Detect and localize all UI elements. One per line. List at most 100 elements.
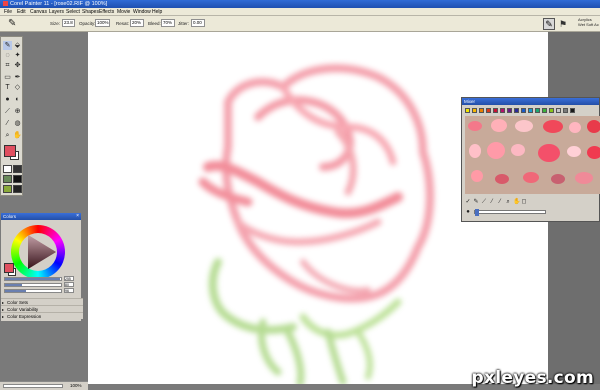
slider-knob[interactable]: [475, 209, 479, 216]
cloner-icon[interactable]: ⊕: [13, 107, 22, 116]
lasso-icon[interactable]: ◌: [3, 51, 12, 60]
main-color-swatch[interactable]: [4, 145, 16, 157]
sample-color-icon[interactable]: ⁄: [489, 198, 495, 206]
brush-variant-icon[interactable]: ⚑: [558, 18, 568, 30]
fill-icon[interactable]: ◍: [13, 119, 22, 128]
dirty-brush-icon[interactable]: ✓: [465, 198, 471, 206]
text-icon[interactable]: T: [3, 83, 12, 92]
mix-color-icon[interactable]: ⟋: [481, 198, 487, 206]
grabber-icon[interactable]: ✋: [13, 131, 22, 140]
burn-icon[interactable]: ◐: [13, 95, 22, 104]
mixer-panel-title[interactable]: Mixer: [462, 98, 599, 105]
mixer-color-swatch[interactable]: [493, 108, 498, 113]
shape-icon[interactable]: ◇: [13, 83, 22, 92]
paint-blob: [469, 144, 481, 158]
mixer-pad[interactable]: [465, 116, 600, 194]
paint-blob: [538, 144, 560, 162]
mixer-color-swatch[interactable]: [465, 108, 470, 113]
mixer-panel-title-text: Mixer: [464, 99, 475, 104]
color-variability-section[interactable]: Color Variability: [1, 305, 83, 313]
mixer-color-swatch[interactable]: [472, 108, 477, 113]
mixer-color-swatch[interactable]: [514, 108, 519, 113]
zoom-slider[interactable]: [3, 384, 63, 388]
blue-slider[interactable]: [4, 289, 62, 293]
magnifier-icon[interactable]: ⌕: [3, 131, 12, 140]
apply-color-icon[interactable]: ✎: [473, 198, 479, 206]
weaving-selector[interactable]: [13, 175, 22, 183]
mixer-color-swatch[interactable]: [549, 108, 554, 113]
mixer-color-swatch[interactable]: [542, 108, 547, 113]
menu-file[interactable]: File: [4, 8, 12, 16]
menu-canvas[interactable]: Canvas: [30, 8, 47, 16]
mixer-brush-size-slider[interactable]: [474, 209, 546, 216]
menu-shapes[interactable]: Shapes: [82, 8, 99, 16]
bleed-field[interactable]: 70%: [161, 19, 175, 27]
hue-ring[interactable]: [11, 225, 65, 279]
red-value[interactable]: 255: [64, 276, 74, 281]
sample-multiple-icon[interactable]: ⁄: [497, 198, 503, 206]
brush-tool-icon[interactable]: ✎: [8, 18, 20, 30]
paint-blob: [567, 146, 581, 157]
magic-wand-icon[interactable]: ✦: [13, 51, 22, 60]
menu-layers[interactable]: Layers: [49, 8, 64, 16]
green-slider[interactable]: [4, 283, 62, 287]
menu-movie[interactable]: Movie: [117, 8, 130, 16]
menu-effects[interactable]: Effects: [99, 8, 114, 16]
mixer-color-swatch[interactable]: [507, 108, 512, 113]
look-selector[interactable]: [3, 185, 12, 193]
zoom-icon[interactable]: ⌕: [505, 198, 511, 206]
red-slider-fill: [5, 278, 60, 280]
mixer-color-swatch[interactable]: [563, 108, 568, 113]
mixer-color-swatch[interactable]: [521, 108, 526, 113]
transform-icon[interactable]: ✥: [13, 61, 22, 70]
crop-icon[interactable]: ⌗: [3, 61, 12, 70]
paint-blob: [468, 121, 482, 131]
mixer-color-swatch[interactable]: [479, 108, 484, 113]
brush-selector-text[interactable]: Acrylics Wet Soft Ac: [578, 17, 599, 27]
red-slider[interactable]: [4, 277, 62, 281]
menu-edit[interactable]: Edit: [17, 8, 26, 16]
mixer-color-swatch[interactable]: [556, 108, 561, 113]
brush-selector-icon[interactable]: ✎: [543, 18, 555, 30]
brush-icon[interactable]: ✎: [3, 41, 12, 50]
opacity-field[interactable]: 100%: [95, 19, 110, 27]
green-value[interactable]: 80: [64, 282, 74, 287]
paper-selector[interactable]: [3, 165, 12, 173]
mixer-toolbar: ✓ ✎ ⟋ ⁄ ⁄ ⌕ ✋ ◻: [465, 198, 599, 206]
mixer-panel: Mixer ✓ ✎ ⟋ ⁄ ⁄ ⌕ ✋ ◻ ●: [461, 97, 600, 222]
rectangle-icon[interactable]: ▭: [3, 73, 12, 82]
eyedropper-icon[interactable]: ⁄: [3, 119, 12, 128]
pan-icon[interactable]: ✋: [513, 198, 520, 206]
menu-help[interactable]: Help: [152, 8, 162, 16]
menu-select[interactable]: Select: [66, 8, 80, 16]
panel-close-icon[interactable]: ×: [76, 213, 79, 220]
mixer-color-swatch[interactable]: [486, 108, 491, 113]
rubber-icon[interactable]: ⟋: [3, 107, 12, 116]
mixer-color-swatch[interactable]: [535, 108, 540, 113]
opacity-label: Opacity:: [79, 21, 96, 26]
paint-blob: [587, 120, 600, 133]
pattern-selector[interactable]: [3, 175, 12, 183]
navigator-bar: 100%: [0, 381, 88, 390]
jitter-field[interactable]: 0.00: [191, 19, 205, 27]
nozzle-selector[interactable]: [13, 185, 22, 193]
gradient-selector[interactable]: [13, 165, 22, 173]
dodge-icon[interactable]: ●: [3, 95, 12, 104]
size-field[interactable]: 23.8: [62, 19, 75, 27]
jitter-label: Jitter:: [178, 21, 190, 26]
colors-panel-title[interactable]: Colors ×: [1, 213, 81, 220]
dropper-icon[interactable]: ⬙: [13, 41, 22, 50]
clear-icon[interactable]: ◻: [521, 198, 527, 206]
colors-main-swatch[interactable]: [4, 263, 14, 273]
color-expression-section[interactable]: Color Expression: [1, 312, 83, 320]
pen-icon[interactable]: ✒: [13, 73, 22, 82]
menu-window[interactable]: Window: [133, 8, 151, 16]
mixer-color-swatch[interactable]: [570, 108, 575, 113]
mixer-color-swatch[interactable]: [528, 108, 533, 113]
color-sets-section[interactable]: Color Sets: [1, 298, 83, 306]
blue-value[interactable]: 96: [64, 288, 74, 293]
resat-field[interactable]: 20%: [130, 19, 144, 27]
paint-blob: [511, 144, 525, 156]
brush-size-icon: ●: [466, 209, 470, 215]
mixer-color-swatch[interactable]: [500, 108, 505, 113]
